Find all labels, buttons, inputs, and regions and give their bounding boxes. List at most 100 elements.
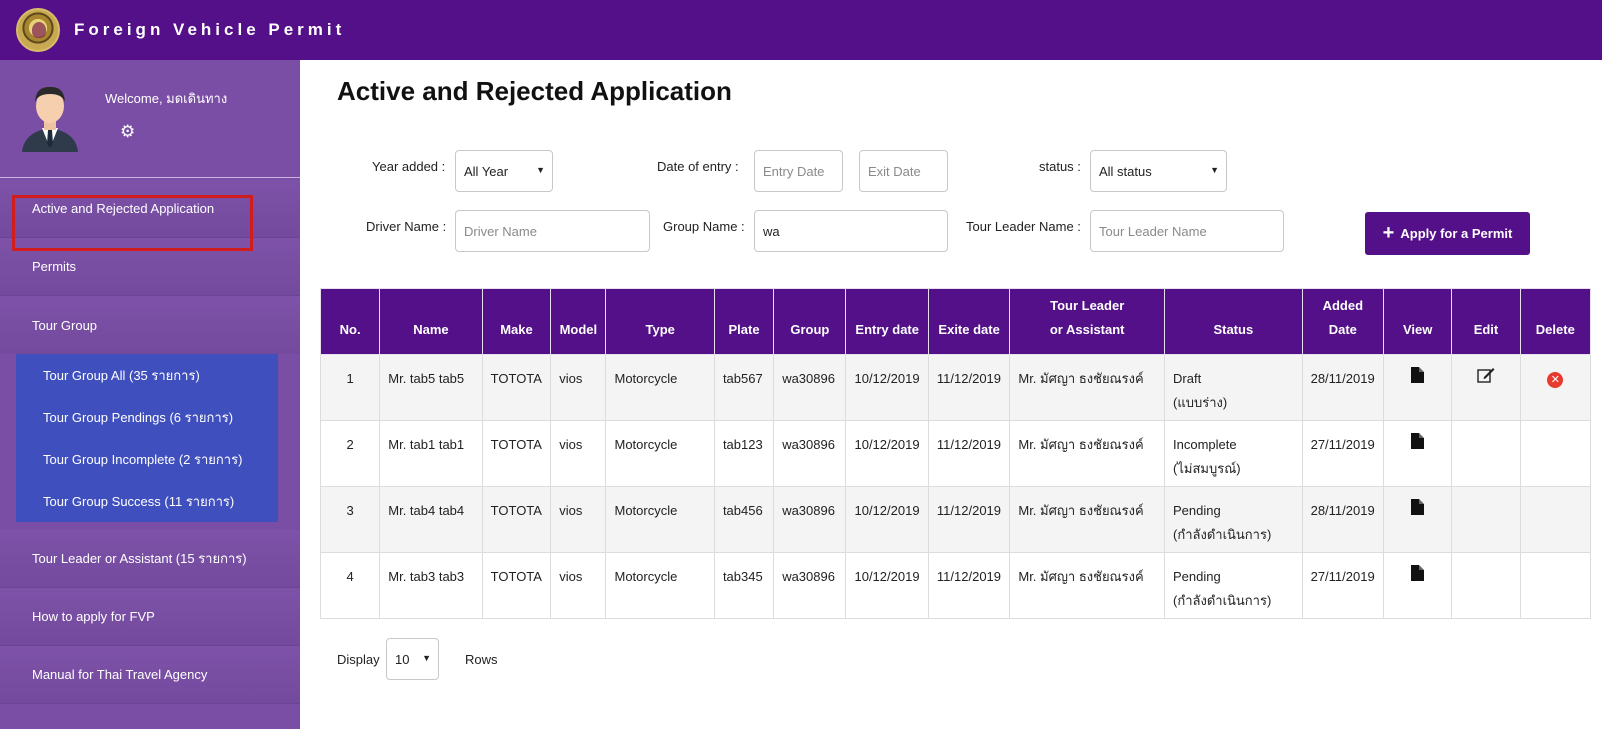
cell-view [1383,552,1453,619]
header-delete: Delete [1519,288,1592,355]
cell-exit-date: 11/12/2019 [927,354,1011,421]
cell-delete [1519,420,1592,487]
group-name-input[interactable]: wa [754,210,948,252]
cell-edit [1451,486,1521,553]
header-make: Make [481,288,552,355]
status-text-thai: (กำลังดำเนินการ) [1173,593,1272,608]
cell-model: vios [550,420,607,487]
header-group: Group [773,288,847,355]
cell-model: vios [550,552,607,619]
cell-no: 4 [319,552,381,619]
cell-edit [1451,354,1521,421]
document-icon[interactable] [1411,433,1425,449]
cell-exit-date: 11/12/2019 [927,420,1011,487]
cell-group: wa30896 [773,552,847,619]
cell-name: Mr. tab4 tab4 [379,486,483,553]
sidebar-menu: Active and Rejected Application Permits … [0,180,300,704]
sidebar-item-label: Permits [32,259,77,274]
header-view: View [1383,288,1453,355]
year-select-value: All Year [464,163,509,179]
cell-status: Pending (กำลังดำเนินการ) [1164,486,1303,553]
gear-icon[interactable]: ⚙ [120,122,135,142]
entry-date-input[interactable]: Entry Date [754,150,843,192]
status-text-thai: (แบบร่าง) [1173,395,1228,410]
submenu-item-tour-group-pendings[interactable]: Tour Group Pendings (6 รายการ) [16,396,278,438]
cell-make: TOTOTA [481,420,552,487]
cell-plate: tab567 [713,354,775,421]
cell-type: Motorcycle [605,486,715,553]
driver-name-label: Driver Name : [366,219,447,234]
document-icon[interactable] [1411,565,1425,581]
top-bar: Foreign Vehicle Permit [0,0,1602,60]
status-label: status : [1039,159,1081,174]
cell-name: Mr. tab5 tab5 [379,354,483,421]
header-entry-date: Entry date [845,288,929,355]
sidebar-item-how-to-apply[interactable]: How to apply for FVP [0,588,300,646]
document-icon[interactable] [1411,367,1425,383]
cell-no: 3 [319,486,381,553]
cell-entry-date: 10/12/2019 [845,354,929,421]
status-select[interactable]: All status ▼ [1090,150,1227,192]
rows-per-page-value: 10 [395,651,410,667]
display-label: Display [337,652,380,667]
cell-status: Incomplete (ไม่สมบูรณ์) [1164,420,1303,487]
rows-per-page-select[interactable]: 10 ▼ [386,638,439,680]
cell-group: wa30896 [773,486,847,553]
document-icon[interactable] [1411,499,1425,515]
cell-make: TOTOTA [481,354,552,421]
cell-name: Mr. tab1 tab1 [379,420,483,487]
cell-plate: tab123 [713,420,775,487]
cell-name: Mr. tab3 tab3 [379,552,483,619]
applications-table: No. Name Make Model Type Plate Group Ent… [319,288,1592,619]
edit-icon[interactable] [1477,367,1495,383]
rows-label: Rows [465,652,498,667]
driver-name-input[interactable]: Driver Name [455,210,650,252]
cell-tour-leader: Mr. มัศญา ธงชัยณรงค์ [1009,354,1166,421]
cell-entry-date: 10/12/2019 [845,420,929,487]
submenu-item-tour-group-incomplete[interactable]: Tour Group Incomplete (2 รายการ) [16,438,278,480]
sidebar-item-tour-leader[interactable]: Tour Leader or Assistant (15 รายการ) [0,530,300,588]
cell-tour-leader: Mr. มัศญา ธงชัยณรงค์ [1009,552,1166,619]
logo-emblem-icon [16,8,60,52]
sidebar-item-manual[interactable]: Manual for Thai Travel Agency [0,646,300,704]
tour-leader-name-input[interactable]: Tour Leader Name [1090,210,1284,252]
header-tour-leader-line1: Tour Leader [1050,298,1125,313]
status-text-thai: (ไม่สมบูรณ์) [1173,461,1241,476]
cell-view [1383,420,1453,487]
cell-exit-date: 11/12/2019 [927,486,1011,553]
header-added-line2: Date [1328,322,1357,337]
table-header-row: No. Name Make Model Type Plate Group Ent… [319,288,1592,355]
page-title: Active and Rejected Application [337,76,732,106]
app-title: Foreign Vehicle Permit [74,20,346,39]
chevron-down-icon: ▼ [536,165,545,175]
cell-model: vios [550,486,607,553]
sidebar-item-label: Tour Group [32,317,98,333]
cell-group: wa30896 [773,420,847,487]
status-text: Pending [1173,503,1221,518]
active-item-highlight [12,195,253,251]
header-status: Status [1164,288,1303,355]
header-no: No. [319,288,381,355]
chevron-down-icon: ▼ [1210,165,1219,175]
sidebar-item-tour-group[interactable]: Tour Group [0,296,300,354]
cell-added-date: 28/11/2019 [1301,486,1385,553]
submenu-item-tour-group-all[interactable]: Tour Group All (35 รายการ) [16,354,278,396]
date-of-entry-label: Date of entry : [657,159,739,174]
header-edit: Edit [1451,288,1521,355]
header-name: Name [379,288,483,355]
exit-date-input[interactable]: Exit Date [859,150,948,192]
cell-edit [1451,552,1521,619]
header-plate: Plate [713,288,775,355]
cell-exit-date: 11/12/2019 [927,552,1011,619]
chevron-down-icon: ▼ [422,653,431,663]
status-text: Incomplete [1173,437,1237,452]
cell-type: Motorcycle [605,354,715,421]
cell-added-date: 27/11/2019 [1301,552,1385,619]
apply-for-permit-button[interactable]: + Apply for a Permit [1365,212,1530,255]
submenu-item-tour-group-success[interactable]: Tour Group Success (11 รายการ) [16,480,278,522]
cell-edit [1451,420,1521,487]
sidebar-item-label: Manual for Thai Travel Agency [32,667,208,682]
delete-icon[interactable]: ✕ [1547,372,1564,388]
year-select[interactable]: All Year ▼ [455,150,553,192]
tour-group-submenu: Tour Group All (35 รายการ) Tour Group Pe… [16,354,278,522]
